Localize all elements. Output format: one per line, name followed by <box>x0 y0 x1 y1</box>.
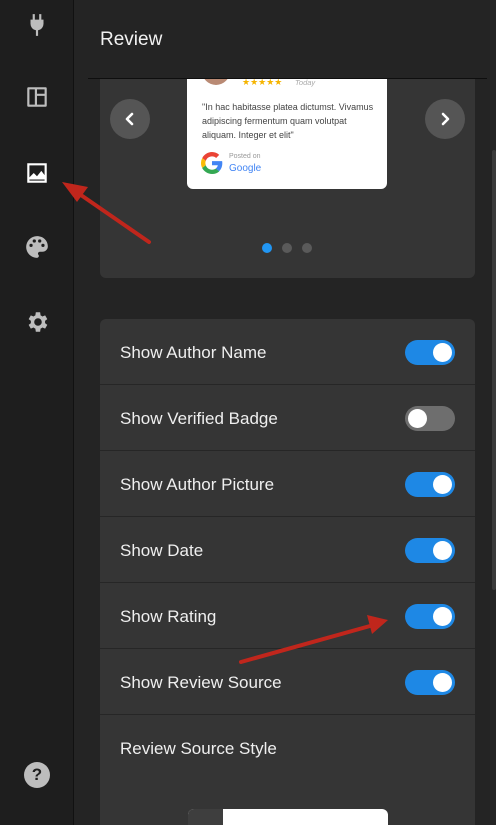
setting-row-rating: Show Rating <box>100 583 475 649</box>
carousel-prev-button[interactable] <box>110 99 150 139</box>
setting-label: Show Review Source <box>120 673 282 692</box>
plug-icon[interactable] <box>15 3 59 47</box>
setting-label: Show Author Picture <box>120 475 275 494</box>
layout-icon[interactable] <box>15 75 59 119</box>
palette-icon[interactable] <box>15 225 59 269</box>
header: Review <box>88 0 487 79</box>
setting-row-verified-badge: Show Verified Badge <box>100 385 475 451</box>
setting-row-date: Show Date <box>100 517 475 583</box>
show-review-source-toggle[interactable] <box>405 670 455 695</box>
main-panel: Review ★★★★★ Today "In hac habitasse pla… <box>75 0 496 825</box>
posted-on-label: Posted on <box>229 153 261 160</box>
setting-label: Show Verified Badge <box>120 409 278 428</box>
review-date: Today <box>295 79 316 87</box>
setting-row-author-picture: Show Author Picture <box>100 451 475 517</box>
chevron-left-icon <box>125 112 134 126</box>
review-card: ★★★★★ Today "In hac habitasse platea dic… <box>187 79 387 189</box>
avatar <box>202 79 230 85</box>
review-text: "In hac habitasse platea dictumst. Vivam… <box>202 102 374 140</box>
review-source: Google <box>229 163 262 174</box>
carousel-dots <box>262 243 312 253</box>
carousel-dot[interactable] <box>302 243 312 253</box>
setting-label: Show Rating <box>120 607 217 626</box>
review-source-style: Review Source Style <box>100 715 475 825</box>
setting-row-author-name: Show Author Name <box>100 319 475 385</box>
rating-stars: ★★★★★ <box>242 79 283 87</box>
show-author-name-toggle[interactable] <box>405 340 455 365</box>
review-preview: ★★★★★ Today "In hac habitasse platea dic… <box>100 79 475 278</box>
page-title: Review <box>100 29 163 50</box>
show-verified-badge-toggle[interactable] <box>405 406 455 431</box>
carousel-next-button[interactable] <box>425 99 465 139</box>
carousel-dot[interactable] <box>262 243 272 253</box>
carousel-dot[interactable] <box>282 243 292 253</box>
setting-row-review-source: Show Review Source <box>100 649 475 715</box>
chevron-right-icon <box>441 112 450 126</box>
help-icon[interactable]: ? <box>24 762 50 788</box>
setting-label: Show Author Name <box>120 343 267 362</box>
source-style-option[interactable] <box>188 809 223 825</box>
show-rating-toggle[interactable] <box>405 604 455 629</box>
gear-icon[interactable] <box>15 300 59 344</box>
left-rail: ? <box>0 0 74 825</box>
show-author-picture-toggle[interactable] <box>405 472 455 497</box>
scrollbar[interactable] <box>492 150 496 590</box>
setting-label: Show Date <box>120 541 204 560</box>
settings-panel: Show Author Name Show Verified Badge Sho… <box>100 319 475 825</box>
google-icon <box>201 152 223 174</box>
image-icon[interactable] <box>15 151 59 195</box>
source-style-selector[interactable] <box>188 809 388 825</box>
show-date-toggle[interactable] <box>405 538 455 563</box>
setting-label: Review Source Style <box>120 739 277 758</box>
